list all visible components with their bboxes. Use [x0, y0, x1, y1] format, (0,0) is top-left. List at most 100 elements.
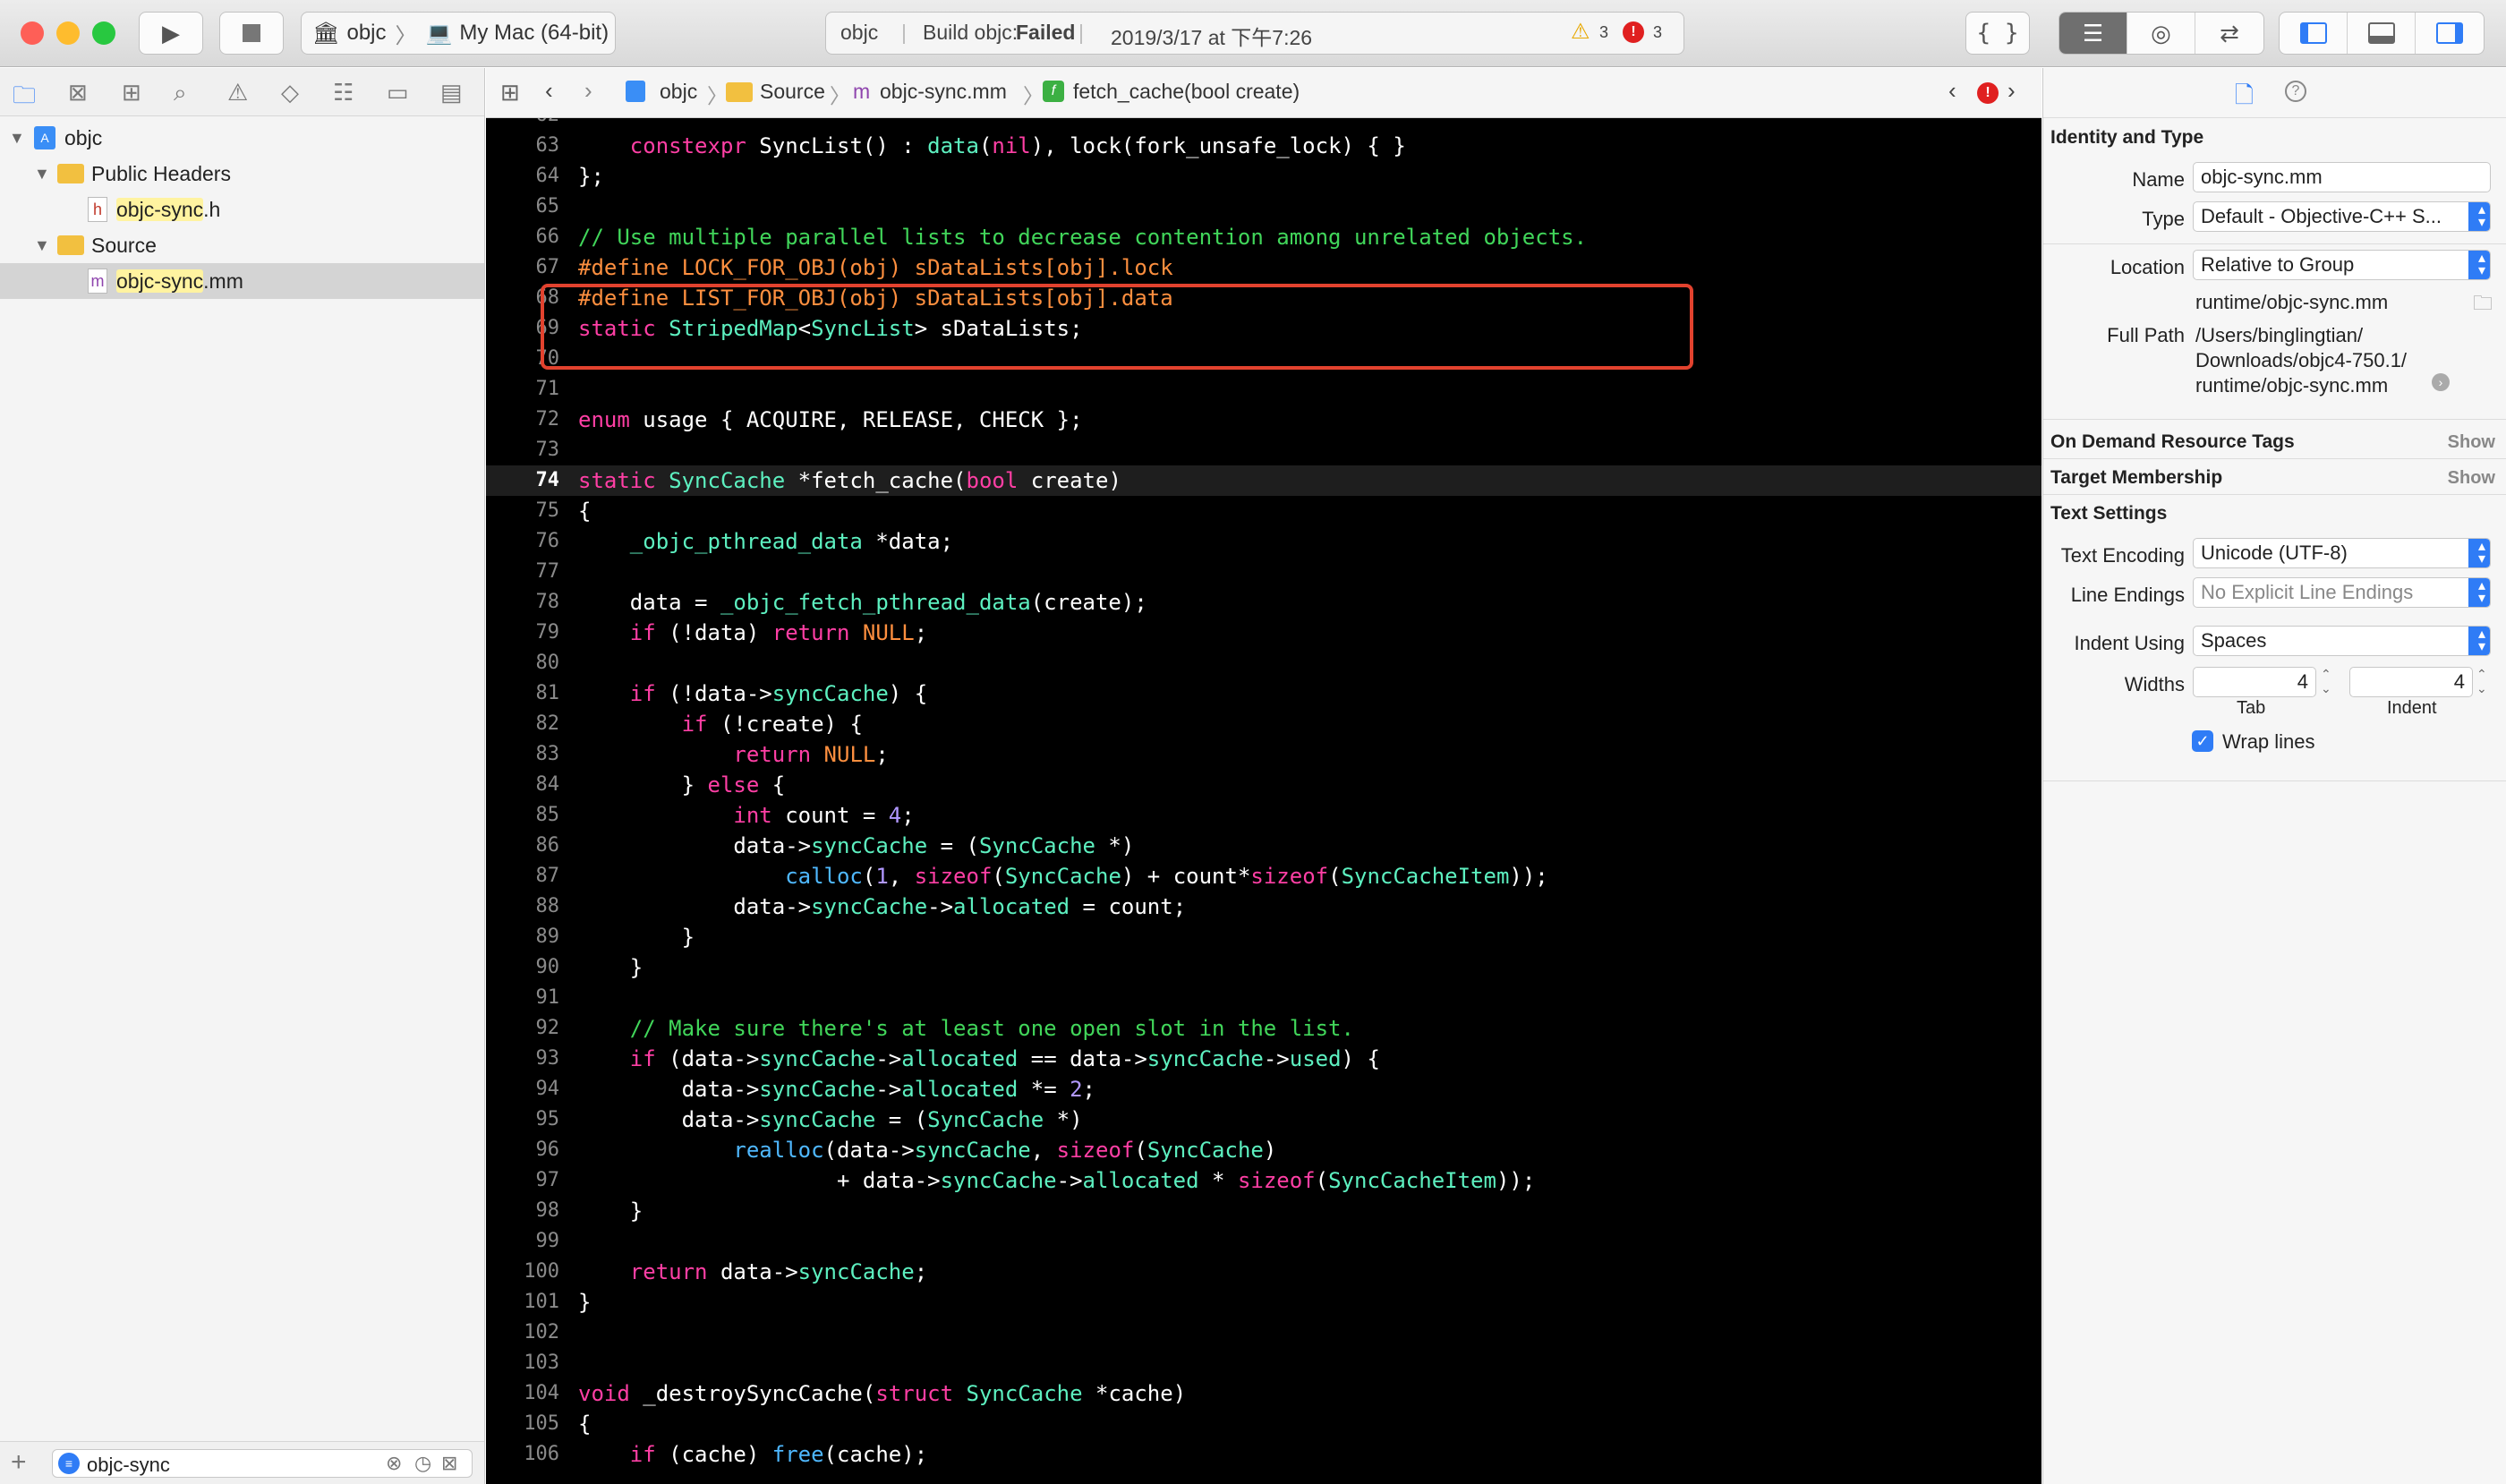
code-line[interactable]: 103 [486, 1348, 2041, 1378]
code-line[interactable]: 83 return NULL; [486, 739, 2041, 770]
code-line[interactable]: 80 [486, 648, 2041, 678]
source-control-icon[interactable]: ⊠ [68, 79, 88, 107]
code-text[interactable]: static SyncCache *fetch_cache(bool creat… [578, 465, 1121, 496]
related-items-icon[interactable]: ⊞ [500, 79, 520, 107]
symbol-icon[interactable]: ⊞ [122, 79, 141, 107]
wrap-lines-checkbox[interactable]: ✓ [2192, 730, 2213, 752]
scheme-target[interactable]: objc [346, 21, 386, 46]
forward-icon[interactable]: › [584, 77, 592, 105]
error-icon[interactable]: ! [1623, 21, 1644, 43]
code-text[interactable]: { [578, 1409, 591, 1439]
code-line[interactable]: 87 calloc(1, sizeof(SyncCache) + count*s… [486, 861, 2041, 891]
previous-issue-icon[interactable]: ‹ [1948, 77, 1956, 105]
code-text[interactable]: { [578, 496, 591, 526]
filter-input[interactable]: objc-sync [87, 1454, 170, 1477]
tab-width-field[interactable]: 4 [2193, 667, 2316, 697]
disclosure-open-icon[interactable]: ▼ [34, 165, 50, 183]
scheme-device[interactable]: My Mac (64-bit) [459, 21, 609, 46]
code-text[interactable]: // Use multiple parallel lists to decrea… [578, 222, 1587, 252]
breadcrumb-project[interactable]: objc [660, 80, 697, 104]
folder-icon[interactable]: 🗀 [13, 79, 36, 118]
toggle-debug-area-button[interactable] [2348, 13, 2416, 54]
code-text[interactable]: calloc(1, sizeof(SyncCache) + count*size… [578, 861, 1548, 891]
code-line[interactable]: 93 if (data->syncCache->allocated == dat… [486, 1044, 2041, 1074]
code-line[interactable]: 81 if (!data->syncCache) { [486, 678, 2041, 709]
code-text[interactable]: _objc_pthread_data *data; [578, 526, 953, 557]
clear-icon[interactable]: ⊗ [386, 1452, 402, 1475]
code-text[interactable]: return data->syncCache; [578, 1257, 927, 1287]
code-text[interactable]: data->syncCache = (SyncCache *) [578, 1104, 1083, 1135]
version-editor-button[interactable]: ⇄ [2195, 13, 2263, 54]
code-line[interactable]: 74 static SyncCache *fetch_cache(bool cre… [486, 465, 2041, 496]
minimize-window-button[interactable] [56, 21, 80, 45]
code-line[interactable]: 76 _objc_pthread_data *data; [486, 526, 2041, 557]
assistant-editor-button[interactable]: ◎ [2127, 13, 2195, 54]
run-button[interactable]: ▶ [139, 12, 203, 55]
code-text[interactable]: constexpr SyncList() : data(nil), lock(f… [578, 131, 1406, 161]
breadcrumb-file[interactable]: objc-sync.mm [880, 80, 1007, 104]
standard-editor-button[interactable]: ☰ [2059, 13, 2127, 54]
toggle-navigator-button[interactable] [2280, 13, 2348, 54]
code-line[interactable]: 102 [486, 1318, 2041, 1348]
reveal-arrow-icon[interactable]: › [2432, 373, 2450, 391]
code-text[interactable]: enum usage { ACQUIRE, RELEASE, CHECK }; [578, 405, 1083, 435]
code-line[interactable]: 65 [486, 192, 2041, 222]
code-line[interactable]: 98 } [486, 1196, 2041, 1226]
code-line[interactable]: 96 realloc(data->syncCache, sizeof(SyncC… [486, 1135, 2041, 1165]
code-text[interactable]: if (!data->syncCache) { [578, 678, 927, 709]
debug-icon[interactable]: ☷ [333, 79, 354, 107]
line-endings-popup[interactable]: No Explicit Line Endings ▴ ▾ [2193, 577, 2491, 608]
tree-item-project[interactable]: ▼ A objc [0, 120, 484, 156]
code-text[interactable]: } [578, 1196, 643, 1226]
name-field[interactable]: objc-sync.mm [2193, 162, 2491, 192]
code-text[interactable]: void _destroySyncCache(struct SyncCache … [578, 1378, 1186, 1409]
code-text[interactable]: #define LOCK_FOR_OBJ(obj) sDataLists[obj… [578, 252, 1173, 283]
recent-icon[interactable]: ◷ [414, 1452, 431, 1475]
add-icon[interactable]: + [11, 1447, 27, 1478]
code-line[interactable]: 94 data->syncCache->allocated *= 2; [486, 1074, 2041, 1104]
filter-field[interactable]: ≡ objc-sync ⊗ ◷ ⊠ [52, 1449, 473, 1478]
code-line[interactable]: 95 data->syncCache = (SyncCache *) [486, 1104, 2041, 1135]
code-text[interactable]: if (!data) return NULL; [578, 618, 927, 648]
code-text[interactable]: } [578, 1287, 591, 1318]
encoding-popup[interactable]: Unicode (UTF-8) ▴ ▾ [2193, 538, 2491, 568]
code-text[interactable]: }; [578, 161, 604, 192]
code-text[interactable]: realloc(data->syncCache, sizeof(SyncCach… [578, 1135, 1276, 1165]
code-line[interactable]: 73 [486, 435, 2041, 465]
disclosure-open-icon[interactable]: ▼ [34, 236, 50, 255]
code-line[interactable]: 71 [486, 374, 2041, 405]
location-popup[interactable]: Relative to Group ▴ ▾ [2193, 250, 2491, 280]
library-button[interactable]: { } [1965, 12, 2030, 55]
scm-filter-icon[interactable]: ⊠ [441, 1452, 457, 1475]
file-icon[interactable]: 🗋 [2235, 79, 2254, 118]
disclosure-open-icon[interactable]: ▼ [9, 129, 25, 148]
code-line[interactable]: 85 int count = 4; [486, 800, 2041, 831]
code-line[interactable]: 75 { [486, 496, 2041, 526]
code-line[interactable]: 91 [486, 983, 2041, 1013]
code-text[interactable]: } [578, 952, 643, 983]
code-line[interactable]: 77 [486, 557, 2041, 587]
help-icon[interactable]: ? [2285, 81, 2306, 102]
code-text[interactable]: if (data->syncCache->allocated == data->… [578, 1044, 1380, 1074]
code-line[interactable]: 84 } else { [486, 770, 2041, 800]
code-line[interactable]: 100 return data->syncCache; [486, 1257, 2041, 1287]
code-text[interactable]: data = _objc_fetch_pthread_data(create); [578, 587, 1147, 618]
indent-width-field[interactable]: 4 [2349, 667, 2473, 697]
zoom-window-button[interactable] [92, 21, 115, 45]
breadcrumb-symbol[interactable]: fetch_cache(bool create) [1073, 80, 1300, 104]
code-text[interactable]: } [578, 922, 695, 952]
code-text[interactable]: data->syncCache->allocated *= 2; [578, 1074, 1095, 1104]
stop-button[interactable] [219, 12, 284, 55]
code-text[interactable]: if (!create) { [578, 709, 863, 739]
code-line[interactable]: 78 data = _objc_fetch_pthread_data(creat… [486, 587, 2041, 618]
code-text[interactable]: + data->syncCache->allocated * sizeof(Sy… [578, 1165, 1535, 1196]
code-line[interactable]: 89 } [486, 922, 2041, 952]
code-line[interactable]: 82 if (!create) { [486, 709, 2041, 739]
code-line[interactable]: 66 // Use multiple parallel lists to decr… [486, 222, 2041, 252]
code-text[interactable]: // Make sure there's at least one open s… [578, 1013, 1354, 1044]
issue-icon[interactable]: ⚠ [227, 79, 248, 107]
tab-stepper-icon[interactable]: ⌃ ⌄ [2321, 667, 2331, 695]
code-text[interactable]: } else { [578, 770, 786, 800]
code-line[interactable]: 63 constexpr SyncList() : data(nil), loc… [486, 131, 2041, 161]
report-icon[interactable]: ▤ [440, 79, 463, 107]
